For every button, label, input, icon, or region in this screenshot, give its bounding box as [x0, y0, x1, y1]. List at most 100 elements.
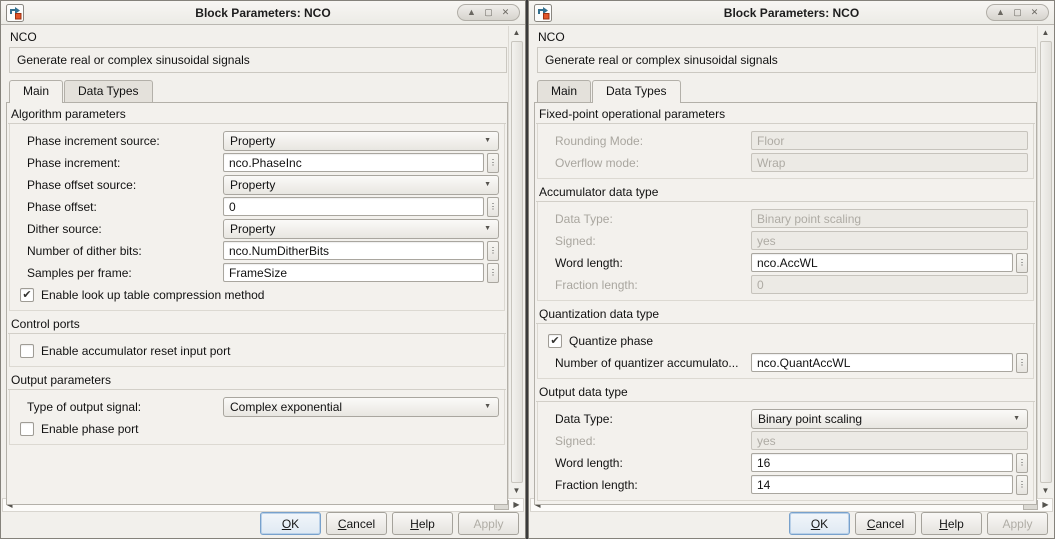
accumulator-reset-checkbox[interactable] [20, 344, 34, 358]
section-title: Output data type [536, 382, 1035, 402]
param-row: Overflow mode: [546, 152, 1028, 173]
section-output-parameters: Output parameters Type of output signal:… [8, 370, 506, 445]
output-word-length-more-button[interactable]: ⋮ [1016, 453, 1028, 473]
section-title: Algorithm parameters [8, 104, 506, 124]
param-label: Overflow mode: [546, 156, 751, 170]
ok-button[interactable]: OK [260, 512, 321, 535]
param-label: Fraction length: [546, 278, 751, 292]
param-label: Number of quantizer accumulato... [546, 356, 751, 370]
samples-per-frame-more-button[interactable]: ⋮ [487, 263, 499, 283]
block-name: NCO [538, 30, 1046, 44]
output-fraction-length-more-button[interactable]: ⋮ [1016, 475, 1028, 495]
param-row: Word length: ⋮ [546, 252, 1028, 273]
param-label: Number of dither bits: [18, 244, 223, 258]
param-label: Fraction length: [546, 478, 751, 492]
dialog-buttons: OK Cancel Help Apply [260, 512, 519, 535]
apply-button[interactable]: Apply [987, 512, 1048, 535]
param-label: Word length: [546, 256, 751, 270]
lut-compression-checkbox[interactable]: ✔ [20, 288, 34, 302]
number-of-dither-bits-input[interactable] [223, 241, 484, 260]
dither-bits-more-button[interactable]: ⋮ [487, 241, 499, 261]
section-title: Fixed-point operational parameters [536, 104, 1035, 124]
ok-button[interactable]: OK [789, 512, 850, 535]
section-group: Phase increment source: Property ▼ Phase… [9, 124, 505, 311]
scroll-up-icon[interactable]: ▲ [1042, 26, 1050, 40]
param-label: Phase offset source: [18, 178, 223, 192]
accumulator-data-type-field [751, 209, 1028, 228]
vertical-scrollbar-thumb[interactable] [1040, 41, 1052, 483]
block-parameters-dialog-main-tab: Block Parameters: NCO ▲ ▢ ✕ NCO Generate… [0, 0, 526, 539]
vertical-scrollbar-thumb[interactable] [511, 41, 523, 483]
samples-per-frame-input[interactable] [223, 263, 484, 282]
scroll-down-icon[interactable]: ▼ [513, 484, 521, 498]
phase-increment-more-button[interactable]: ⋮ [487, 153, 499, 173]
chevron-down-icon: ▼ [484, 403, 491, 410]
param-label: Rounding Mode: [546, 134, 751, 148]
shade-window-icon[interactable]: ▲ [992, 5, 1009, 20]
block-parameters-dialog-data-types-tab: Block Parameters: NCO ▲ ▢ ✕ NCO Generate… [528, 0, 1055, 539]
tab-data-types[interactable]: Data Types [592, 80, 680, 103]
scroll-up-icon[interactable]: ▲ [513, 26, 521, 40]
param-row: Number of dither bits: ⋮ [18, 240, 499, 261]
checkbox-row: Enable phase port [18, 418, 499, 439]
output-fraction-length-input[interactable] [751, 475, 1013, 494]
output-data-type-dropdown[interactable]: Binary point scaling ▼ [751, 409, 1028, 429]
section-quantization-data-type: Quantization data type ✔ Quantize phase … [536, 304, 1035, 379]
output-signal-type-dropdown[interactable]: Complex exponential ▼ [223, 397, 499, 417]
block-name: NCO [10, 30, 517, 44]
param-label: Word length: [546, 456, 751, 470]
scroll-down-icon[interactable]: ▼ [1042, 484, 1050, 498]
checkbox-row: ✔ Enable look up table compression metho… [18, 284, 499, 305]
param-row: Samples per frame: ⋮ [18, 262, 499, 283]
param-label: Signed: [546, 234, 751, 248]
quantize-phase-checkbox[interactable]: ✔ [548, 334, 562, 348]
param-row: Phase offset: ⋮ [18, 196, 499, 217]
param-row: Phase offset source: Property ▼ [18, 174, 499, 195]
accumulator-word-length-more-button[interactable]: ⋮ [1016, 253, 1028, 273]
phase-increment-input[interactable] [223, 153, 484, 172]
dropdown-value: Property [230, 222, 275, 236]
apply-button[interactable]: Apply [458, 512, 519, 535]
phase-increment-source-dropdown[interactable]: Property ▼ [223, 131, 499, 151]
phase-offset-input[interactable] [223, 197, 484, 216]
checkbox-label: Quantize phase [569, 334, 653, 348]
scroll-right-icon[interactable]: ▶ [510, 498, 523, 512]
titlebar[interactable]: Block Parameters: NCO ▲ ▢ ✕ [529, 1, 1054, 25]
close-icon[interactable]: ✕ [1026, 5, 1043, 20]
maximize-icon[interactable]: ▢ [1009, 5, 1026, 20]
scroll-right-icon[interactable]: ▶ [1039, 498, 1052, 512]
quantizer-accumulator-bits-more-button[interactable]: ⋮ [1016, 353, 1028, 373]
output-word-length-input[interactable] [751, 453, 1013, 472]
shade-window-icon[interactable]: ▲ [463, 5, 480, 20]
section-group: Enable accumulator reset input port [9, 334, 505, 367]
quantizer-accumulator-bits-input[interactable] [751, 353, 1013, 372]
cancel-button[interactable]: Cancel [326, 512, 387, 535]
tab-data-types[interactable]: Data Types [64, 80, 152, 102]
overflow-mode-field [751, 153, 1028, 172]
help-button[interactable]: Help [392, 512, 453, 535]
close-icon[interactable]: ✕ [497, 5, 514, 20]
tab-content-main: Algorithm parameters Phase increment sou… [6, 102, 508, 505]
tab-main[interactable]: Main [537, 80, 591, 102]
dropdown-value: Binary point scaling [758, 412, 862, 426]
help-button[interactable]: Help [921, 512, 982, 535]
phase-offset-more-button[interactable]: ⋮ [487, 197, 499, 217]
window-title: Block Parameters: NCO [529, 6, 1054, 20]
section-group: Type of output signal: Complex exponenti… [9, 390, 505, 445]
tab-bar: Main Data Types [9, 80, 525, 102]
titlebar[interactable]: Block Parameters: NCO ▲ ▢ ✕ [1, 1, 525, 25]
rounding-mode-field [751, 131, 1028, 150]
param-label: Type of output signal: [18, 400, 223, 414]
enable-phase-port-checkbox[interactable] [20, 422, 34, 436]
dither-source-dropdown[interactable]: Property ▼ [223, 219, 499, 239]
accumulator-word-length-input[interactable] [751, 253, 1013, 272]
dropdown-value: Complex exponential [230, 400, 342, 414]
cancel-button[interactable]: Cancel [855, 512, 916, 535]
section-accumulator-data-type: Accumulator data type Data Type: Signed:… [536, 182, 1035, 301]
maximize-icon[interactable]: ▢ [480, 5, 497, 20]
phase-offset-source-dropdown[interactable]: Property ▼ [223, 175, 499, 195]
param-row: Data Type: [546, 208, 1028, 229]
checkbox-label: Enable look up table compression method [41, 288, 264, 302]
param-row: Signed: [546, 430, 1028, 451]
tab-main[interactable]: Main [9, 80, 63, 103]
